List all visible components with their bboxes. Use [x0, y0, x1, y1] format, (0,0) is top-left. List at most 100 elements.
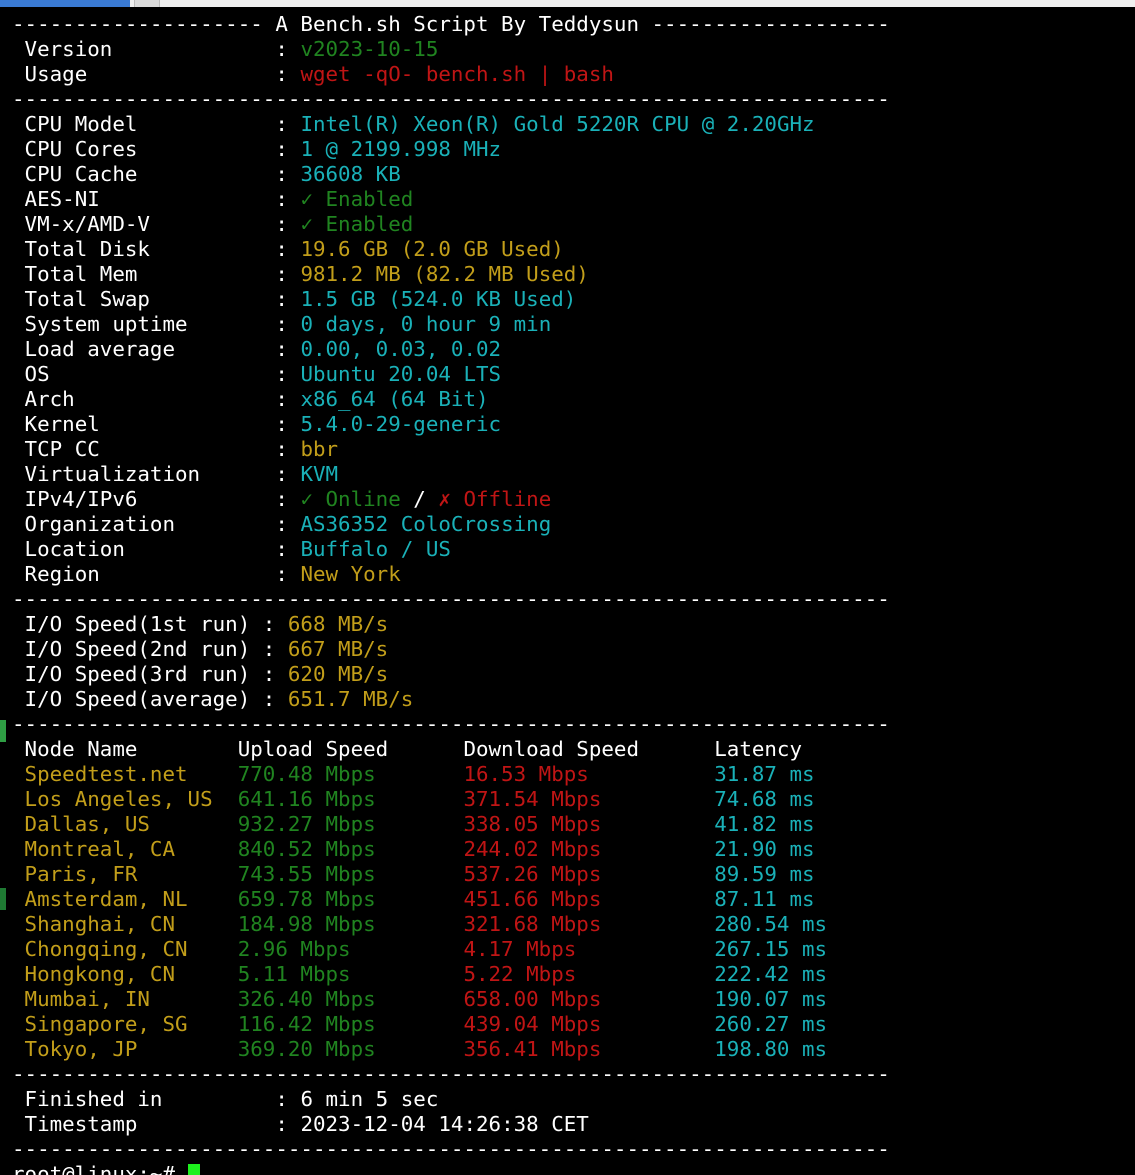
download-speed: 658.00 Mbps — [463, 987, 715, 1011]
meta-value: wget -qO- bench.sh | bash — [300, 62, 614, 86]
inactive-tab-strip[interactable] — [134, 0, 160, 7]
system-label: CPU Cache — [12, 162, 276, 186]
meta-row: Usage : wget -qO- bench.sh | bash — [12, 62, 1132, 87]
upload-speed: 184.98 Mbps — [237, 912, 464, 936]
system-value: KVM — [300, 462, 339, 486]
latency: 87.11 ms — [714, 887, 815, 911]
system-label: Arch — [12, 387, 276, 411]
window-top-bar — [0, 0, 1135, 7]
download-speed: 356.41 Mbps — [463, 1037, 715, 1061]
download-speed: 451.66 Mbps — [463, 887, 715, 911]
cursor-block[interactable] — [187, 1164, 200, 1175]
colon: : — [275, 187, 301, 211]
upload-speed: 743.55 Mbps — [237, 862, 464, 886]
terminal-output[interactable]: -------------------- A Bench.sh Script B… — [12, 12, 1132, 1175]
upload-speed: 116.42 Mbps — [237, 1012, 464, 1036]
meta-value: v2023-10-15 — [300, 37, 439, 61]
latency: 260.27 ms — [714, 1012, 828, 1036]
system-label: Load average — [12, 337, 276, 361]
shell-prompt: root@linux:~# — [12, 1162, 188, 1175]
io-value: 620 MB/s — [287, 662, 389, 686]
network-label: Location — [12, 537, 276, 561]
download-speed: 5.22 Mbps — [463, 962, 715, 986]
colon: : — [275, 412, 301, 436]
ipv6-status: ✗ Offline — [438, 487, 552, 511]
ip-label: IPv4/IPv6 — [12, 487, 276, 511]
system-row: Load average : 0.00, 0.03, 0.02 — [12, 337, 1132, 362]
active-tab-strip[interactable] — [0, 0, 130, 7]
download-speed: 321.68 Mbps — [463, 912, 715, 936]
system-row: AES-NI : ✓ Enabled — [12, 187, 1132, 212]
download-speed: 371.54 Mbps — [463, 787, 715, 811]
latency: 190.07 ms — [714, 987, 828, 1011]
upload-speed: 641.16 Mbps — [237, 787, 464, 811]
upload-speed: 770.48 Mbps — [237, 762, 464, 786]
io-row: I/O Speed(2nd run) : 667 MB/s — [12, 637, 1132, 662]
separator-line: ----------------------------------------… — [12, 87, 1132, 112]
latency: 280.54 ms — [714, 912, 828, 936]
upload-speed: 369.20 Mbps — [237, 1037, 464, 1061]
download-speed: 338.05 Mbps — [463, 812, 715, 836]
system-label: Virtualization — [12, 462, 276, 486]
download-speed: 537.26 Mbps — [463, 862, 715, 886]
upload-speed: 2.96 Mbps — [237, 937, 464, 961]
colon: : — [262, 662, 288, 686]
slash: / — [400, 487, 439, 511]
table-row: Mumbai, IN 326.40 Mbps 658.00 Mbps 190.0… — [12, 987, 1132, 1012]
system-value: 5.4.0-29-generic — [300, 412, 502, 436]
system-label: Total Mem — [12, 262, 276, 286]
separator: ----------------------------------------… — [12, 87, 890, 111]
table-row: Tokyo, JP 369.20 Mbps 356.41 Mbps 198.80… — [12, 1037, 1132, 1062]
separator: ----------------------------------------… — [12, 712, 890, 736]
system-label: System uptime — [12, 312, 276, 336]
network-value: AS36352 ColoCrossing — [300, 512, 552, 536]
system-row: CPU Cache : 36608 KB — [12, 162, 1132, 187]
shell-prompt-line[interactable]: root@linux:~# — [12, 1162, 1132, 1175]
io-label: I/O Speed(3rd run) — [12, 662, 263, 686]
io-row: I/O Speed(3rd run) : 620 MB/s — [12, 662, 1132, 687]
colon: : — [275, 262, 301, 286]
system-value: bbr — [300, 437, 339, 461]
node-name: Paris, FR — [12, 862, 238, 886]
io-label: I/O Speed(average) — [12, 687, 263, 711]
download-speed: 16.53 Mbps — [463, 762, 715, 786]
colon: : — [275, 537, 301, 561]
table-row: Amsterdam, NL 659.78 Mbps 451.66 Mbps 87… — [12, 887, 1132, 912]
table-row: Montreal, CA 840.52 Mbps 244.02 Mbps 21.… — [12, 837, 1132, 862]
io-value: 667 MB/s — [287, 637, 389, 661]
system-row: OS : Ubuntu 20.04 LTS — [12, 362, 1132, 387]
node-name: Shanghai, CN — [12, 912, 238, 936]
node-name: Speedtest.net — [12, 762, 238, 786]
upload-speed: 326.40 Mbps — [237, 987, 464, 1011]
colon: : — [275, 437, 301, 461]
footer-label: Finished in — [12, 1087, 276, 1111]
column-header-download: Download Speed — [463, 737, 715, 761]
script-title: -------------------- A Bench.sh Script B… — [12, 12, 890, 36]
colon: : — [275, 487, 301, 511]
footer-value: 6 min 5 sec — [300, 1087, 439, 1111]
table-row: Speedtest.net 770.48 Mbps 16.53 Mbps 31.… — [12, 762, 1132, 787]
system-value: 1.5 GB (524.0 KB Used) — [300, 287, 577, 311]
table-row: Paris, FR 743.55 Mbps 537.26 Mbps 89.59 … — [12, 862, 1132, 887]
system-row: VM-x/AMD-V : ✓ Enabled — [12, 212, 1132, 237]
footer-value: 2023-12-04 14:26:38 CET — [300, 1112, 589, 1136]
system-row: CPU Cores : 1 @ 2199.998 MHz — [12, 137, 1132, 162]
column-header-latency: Latency — [714, 737, 803, 761]
speed-table-header: Node Name Upload Speed Download Speed La… — [12, 737, 1132, 762]
system-row: Total Swap : 1.5 GB (524.0 KB Used) — [12, 287, 1132, 312]
io-row: I/O Speed(average) : 651.7 MB/s — [12, 687, 1132, 712]
system-value: 981.2 MB (82.2 MB Used) — [300, 262, 589, 286]
latency: 41.82 ms — [714, 812, 815, 836]
colon: : — [275, 162, 301, 186]
node-name: Mumbai, IN — [12, 987, 238, 1011]
upload-speed: 659.78 Mbps — [237, 887, 464, 911]
node-name: Tokyo, JP — [12, 1037, 238, 1061]
meta-row: Version : v2023-10-15 — [12, 37, 1132, 62]
latency: 198.80 ms — [714, 1037, 828, 1061]
node-name: Hongkong, CN — [12, 962, 238, 986]
left-edge-indicator — [0, 720, 6, 742]
io-label: I/O Speed(1st run) — [12, 612, 263, 636]
colon: : — [275, 562, 301, 586]
colon: : — [275, 312, 301, 336]
node-name: Montreal, CA — [12, 837, 238, 861]
